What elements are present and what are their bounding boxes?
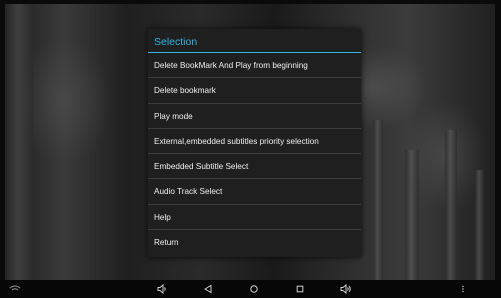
menu-item-return[interactable]: Return [148,230,361,255]
more-icon[interactable] [456,282,470,296]
menu-item-embedded-subtitle[interactable]: Embedded Subtitle Select [148,154,361,180]
menu-item-delete-bookmark-and-play[interactable]: Delete BookMark And Play from beginning [148,53,361,79]
dialog-title: Selection [148,29,361,53]
background-shape [373,120,383,280]
selection-dialog: Selection Delete BookMark And Play from … [148,29,361,257]
background-shape [445,130,457,280]
menu-item-delete-bookmark[interactable]: Delete bookmark [148,78,361,104]
background-shape [405,150,419,280]
volume-down-icon[interactable] [155,282,169,296]
menu-item-play-mode[interactable]: Play mode [148,104,361,129]
wifi-icon [8,282,22,296]
menu-item-subtitle-priority[interactable]: External,embedded subtitles priority sel… [148,129,361,155]
recents-icon[interactable] [293,282,307,296]
back-icon[interactable] [201,282,215,296]
volume-up-icon[interactable] [339,282,353,296]
navigation-bar [0,280,501,298]
background-shape [5,4,33,280]
menu-item-help[interactable]: Help [148,205,361,231]
menu-item-audio-track[interactable]: Audio Track Select [148,179,361,205]
background-shape [475,170,484,280]
screen: Selection Delete BookMark And Play from … [0,0,501,298]
home-icon[interactable] [247,282,261,296]
